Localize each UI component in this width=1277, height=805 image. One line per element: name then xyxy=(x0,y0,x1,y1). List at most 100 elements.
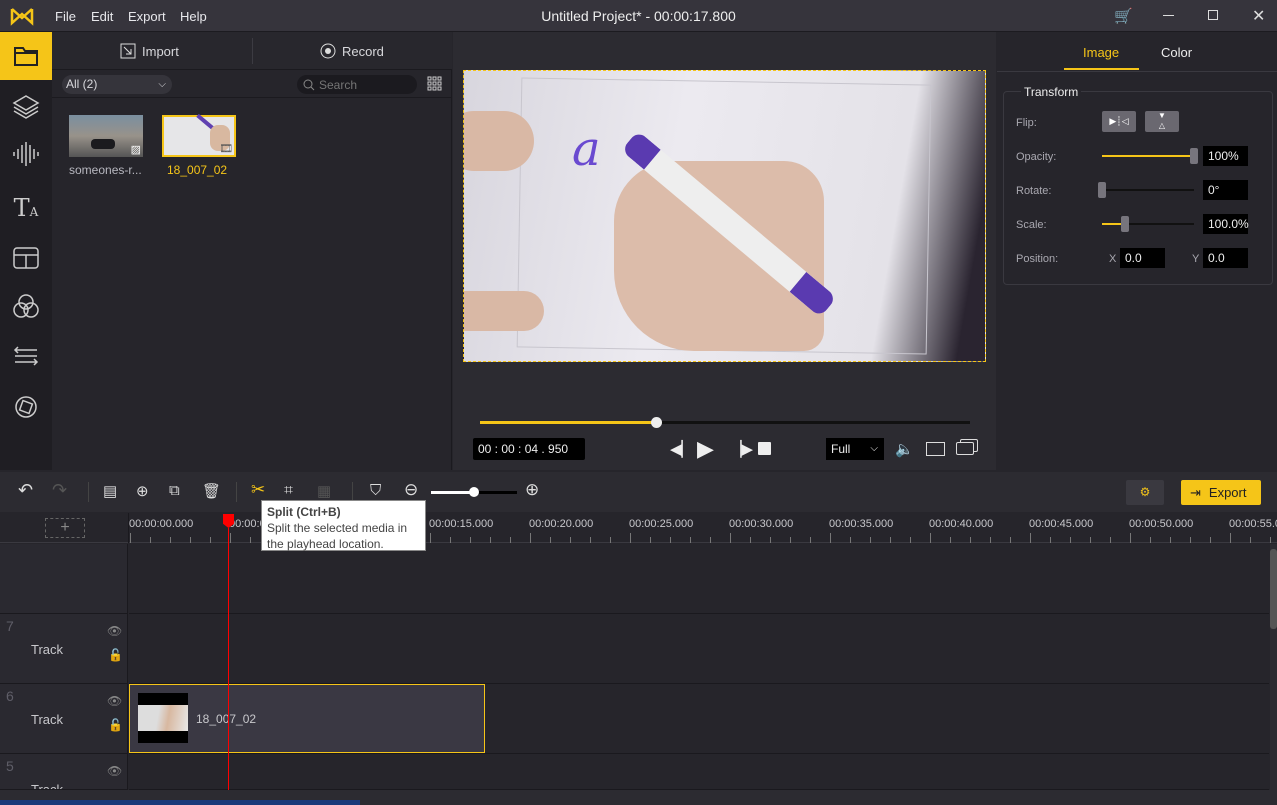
track-number: 5 xyxy=(6,758,14,774)
track-lane-empty[interactable] xyxy=(129,544,1269,614)
ruler-label: 00:00:40.000 xyxy=(929,518,994,530)
stop-icon[interactable] xyxy=(758,442,771,455)
zoom-in-icon[interactable]: ⊕ xyxy=(525,480,545,500)
undo-icon[interactable]: ↶ xyxy=(18,480,38,500)
track-number: 6 xyxy=(6,688,14,704)
record-icon xyxy=(320,43,336,59)
slider-handle[interactable] xyxy=(1098,182,1106,198)
playhead-line xyxy=(228,528,229,790)
sidebar-filters[interactable] xyxy=(0,282,52,330)
position-y-field[interactable]: 0.0 xyxy=(1203,248,1248,268)
flip-horizontal-button[interactable]: ▶┊◁ xyxy=(1102,111,1136,132)
zoom-dropdown[interactable]: Full ⌵ xyxy=(826,438,884,460)
media-item-name: someones-r... xyxy=(69,163,142,177)
split-scissors-icon[interactable]: ✂ xyxy=(251,480,271,500)
copy-add-icon[interactable]: ⊕ xyxy=(136,482,156,502)
slider-handle[interactable] xyxy=(1190,148,1198,164)
ruler-label: 00:00:25.000 xyxy=(629,518,694,530)
maximize-icon[interactable] xyxy=(1208,10,1218,20)
tooltip-text: Split the selected media in xyxy=(267,521,408,535)
timecode-display: 00 : 00 : 04 . 950 xyxy=(473,438,585,460)
flip-label: Flip: xyxy=(1016,117,1037,129)
track-lane-7[interactable] xyxy=(129,614,1269,684)
tab-image[interactable]: Image xyxy=(1083,45,1119,60)
import-button[interactable]: Import xyxy=(120,43,179,59)
play-icon[interactable]: ▶ xyxy=(697,436,714,462)
rotate-field[interactable]: 0° xyxy=(1203,180,1248,200)
next-frame-icon[interactable]: ▕▶ xyxy=(730,440,753,458)
export-button[interactable]: ⇥ Export xyxy=(1181,480,1261,505)
ruler-tick xyxy=(450,537,451,543)
filter-value: All (2) xyxy=(66,77,98,91)
playback-slider[interactable] xyxy=(480,417,970,428)
prev-frame-icon[interactable]: ◀▏ xyxy=(670,440,693,458)
track-header-5: 5 Track 👁 xyxy=(0,754,128,790)
clip-thumbnail xyxy=(138,693,188,743)
scale-field[interactable]: 100.0% xyxy=(1203,214,1249,234)
cart-icon[interactable]: 🛒 xyxy=(1114,7,1133,25)
ruler-tick xyxy=(1190,537,1191,543)
sidebar-layers[interactable] xyxy=(0,82,52,130)
scale-slider[interactable] xyxy=(1102,216,1194,232)
search-box[interactable] xyxy=(297,75,417,94)
ruler-tick xyxy=(630,533,631,543)
eye-icon[interactable]: 👁 xyxy=(107,694,122,708)
playback-slider-handle[interactable] xyxy=(651,417,663,428)
opacity-slider[interactable] xyxy=(1102,148,1198,164)
grid-view-icon[interactable] xyxy=(427,76,442,91)
close-icon[interactable]: ✕ xyxy=(1252,6,1265,26)
sidebar-transitions[interactable] xyxy=(0,234,52,282)
rotate-label: Rotate: xyxy=(1016,185,1052,197)
tab-color[interactable]: Color xyxy=(1161,45,1192,60)
zoom-slider-handle[interactable] xyxy=(469,487,479,497)
crop-icon[interactable]: ⌗ xyxy=(284,482,304,502)
unlock-icon[interactable]: 🔓 xyxy=(108,648,123,662)
eye-icon[interactable]: 👁 xyxy=(107,624,122,638)
rotate-slider[interactable] xyxy=(1098,182,1194,198)
opacity-field[interactable]: 100% xyxy=(1203,146,1248,166)
media-item-thumbnail[interactable]: ▨ xyxy=(69,115,143,157)
ruler-tick xyxy=(810,537,811,543)
unlock-icon[interactable]: 🔓 xyxy=(108,718,123,732)
sidebar-text[interactable]: TA xyxy=(0,184,52,232)
delete-icon[interactable]: 🗑 xyxy=(202,482,222,502)
fullscreen-icon[interactable] xyxy=(926,442,945,456)
zoom-out-icon[interactable]: ⊖ xyxy=(404,480,424,500)
add-track-button[interactable]: + xyxy=(45,518,85,538)
track-lane-5[interactable] xyxy=(129,754,1269,790)
sidebar-media[interactable] xyxy=(0,32,52,80)
ruler-tick xyxy=(590,537,591,543)
sidebar-overlay[interactable] xyxy=(0,382,52,430)
media-item-thumbnail-selected[interactable]: 🎞 xyxy=(162,113,236,157)
project-settings-icon[interactable]: ⚙ xyxy=(1126,480,1164,505)
media-filter-dropdown[interactable]: All (2) ⌵ xyxy=(62,75,172,94)
position-x-field[interactable]: 0.0 xyxy=(1120,248,1165,268)
timeline-scrollbar[interactable] xyxy=(1270,544,1277,790)
timeline-ruler[interactable]: + 00:00:00.00000:00:05.00000:00:10.00000… xyxy=(0,513,1277,543)
sidebar-elements[interactable] xyxy=(0,332,52,380)
handwritten-letter: a xyxy=(572,121,601,177)
ruler-tick xyxy=(130,533,131,543)
position-x-label: X xyxy=(1109,253,1117,265)
remove-attribute-icon[interactable]: ▤ xyxy=(103,482,123,502)
ruler-tick xyxy=(870,537,871,543)
record-button[interactable]: Record xyxy=(320,43,384,59)
sidebar-audio[interactable] xyxy=(0,130,52,178)
pip-icon[interactable] xyxy=(956,442,974,455)
timeline-zoom-slider[interactable] xyxy=(431,487,517,497)
ruler-tick xyxy=(730,533,731,543)
marker-icon[interactable]: ⛉ xyxy=(370,482,390,502)
ruler-tick xyxy=(1170,537,1171,543)
flip-vertical-button[interactable]: ▼ △ xyxy=(1145,111,1179,132)
elements-icon xyxy=(13,346,39,366)
duplicate-icon[interactable]: ⧉ xyxy=(169,482,189,502)
volume-icon[interactable]: 🔈 xyxy=(895,440,914,458)
ruler-tick xyxy=(1030,533,1031,543)
search-input[interactable] xyxy=(319,77,409,92)
video-canvas[interactable]: a xyxy=(463,70,986,362)
timeline-clip[interactable]: 18_007_02 xyxy=(129,684,485,753)
slider-handle[interactable] xyxy=(1121,216,1129,232)
minimize-icon[interactable] xyxy=(1163,15,1174,16)
eye-icon[interactable]: 👁 xyxy=(107,764,122,778)
scale-label: Scale: xyxy=(1016,219,1047,231)
